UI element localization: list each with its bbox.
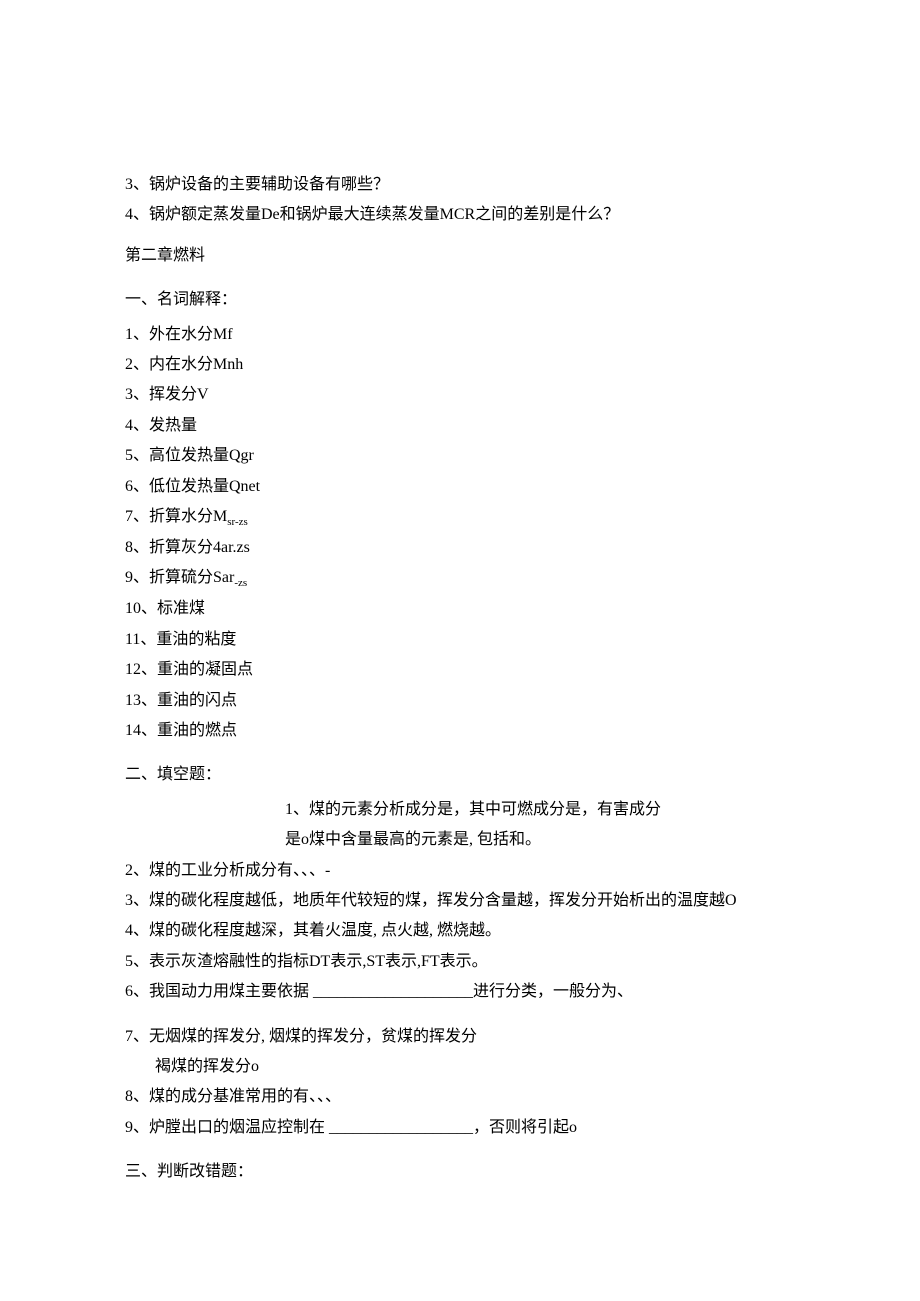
question-item: 3、锅炉设备的主要辅助设备有哪些？ [125,170,800,200]
chapter-title: 第二章燃料 [125,241,800,271]
text-run: ，否则将引起o [473,1119,577,1136]
blank-underline: __________________ [329,1119,473,1136]
term-item: 10、标准煤 [125,594,800,624]
text-run: 9、炉膛出口的烟温应控制在 [125,1119,329,1136]
term-item: 4、发热量 [125,411,800,441]
fill-blank-item: 是o煤中含量最高的元素是, 包括和。 [285,825,800,855]
term-item: 13、重油的闪点 [125,686,800,716]
fill-blank-item: 6、我国动力用煤主要依据 ____________________进行分类，一般… [125,977,800,1007]
fill-blank-block: 1、煤的元素分析成分是，其中可燃成分是，有害成分 是o煤中含量最高的元素是, 包… [125,795,800,856]
term-item: 1、外在水分Mf [125,320,800,350]
fill-blank-item: 4、煤的碳化程度越深，其着火温度, 点火越, 燃烧越。 [125,916,800,946]
question-item: 4、锅炉额定蒸发量De和锅炉最大连续蒸发量MCR之间的差别是什么？ [125,200,800,230]
term-item: 7、折算水分Msr-zs [125,502,800,533]
term-item: 9、折算硫分Sar-zs [125,563,800,594]
term-item: 11、重油的粘度 [125,625,800,655]
term-item: 8、折算灰分4ar.zs [125,533,800,563]
fill-blank-item: 7、无烟煤的挥发分, 烟煤的挥发分，贫煤的挥发分 [125,1022,800,1052]
term-item: 2、内在水分Mnh [125,350,800,380]
blank-underline: ____________________ [313,983,473,1000]
term-item: 5、高位发热量Qgr [125,441,800,471]
fill-blank-item: 1、煤的元素分析成分是，其中可燃成分是，有害成分 [285,795,800,825]
subscript: -zs [234,578,247,590]
term-item: 14、重油的燃点 [125,716,800,746]
section-heading: 二、填空题： [125,760,800,790]
text-run: 9、折算硫分Sar [125,569,234,586]
text-run: 6、我国动力用煤主要依据 [125,983,313,1000]
text-run: 进行分类，一般分为、 [473,983,633,1000]
fill-blank-item: 8、煤的成分基准常用的有、、、 [125,1082,800,1112]
fill-blank-item: 9、炉膛出口的烟温应控制在 __________________，否则将引起o [125,1113,800,1143]
fill-blank-item: 3、煤的碳化程度越低，地质年代较短的煤，挥发分含量越，挥发分开始析出的温度越O [125,886,800,916]
term-item: 12、重油的凝固点 [125,655,800,685]
term-item: 3、挥发分V [125,380,800,410]
document-page: 3、锅炉设备的主要辅助设备有哪些？ 4、锅炉额定蒸发量De和锅炉最大连续蒸发量M… [0,0,920,1291]
text-run: 7、折算水分M [125,508,227,525]
spacer [125,1008,800,1022]
term-item: 6、低位发热量Qnet [125,472,800,502]
fill-blank-item: 5、表示灰渣熔融性的指标DT表示,ST表示,FT表示。 [125,947,800,977]
subscript: sr-zs [227,516,248,528]
fill-blank-item: 2、煤的工业分析成分有、、、- [125,856,800,886]
section-heading: 一、名词解释： [125,285,800,315]
fill-blank-item-cont: 褐煤的挥发分o [125,1052,800,1082]
section-heading: 三、判断改错题： [125,1157,800,1187]
